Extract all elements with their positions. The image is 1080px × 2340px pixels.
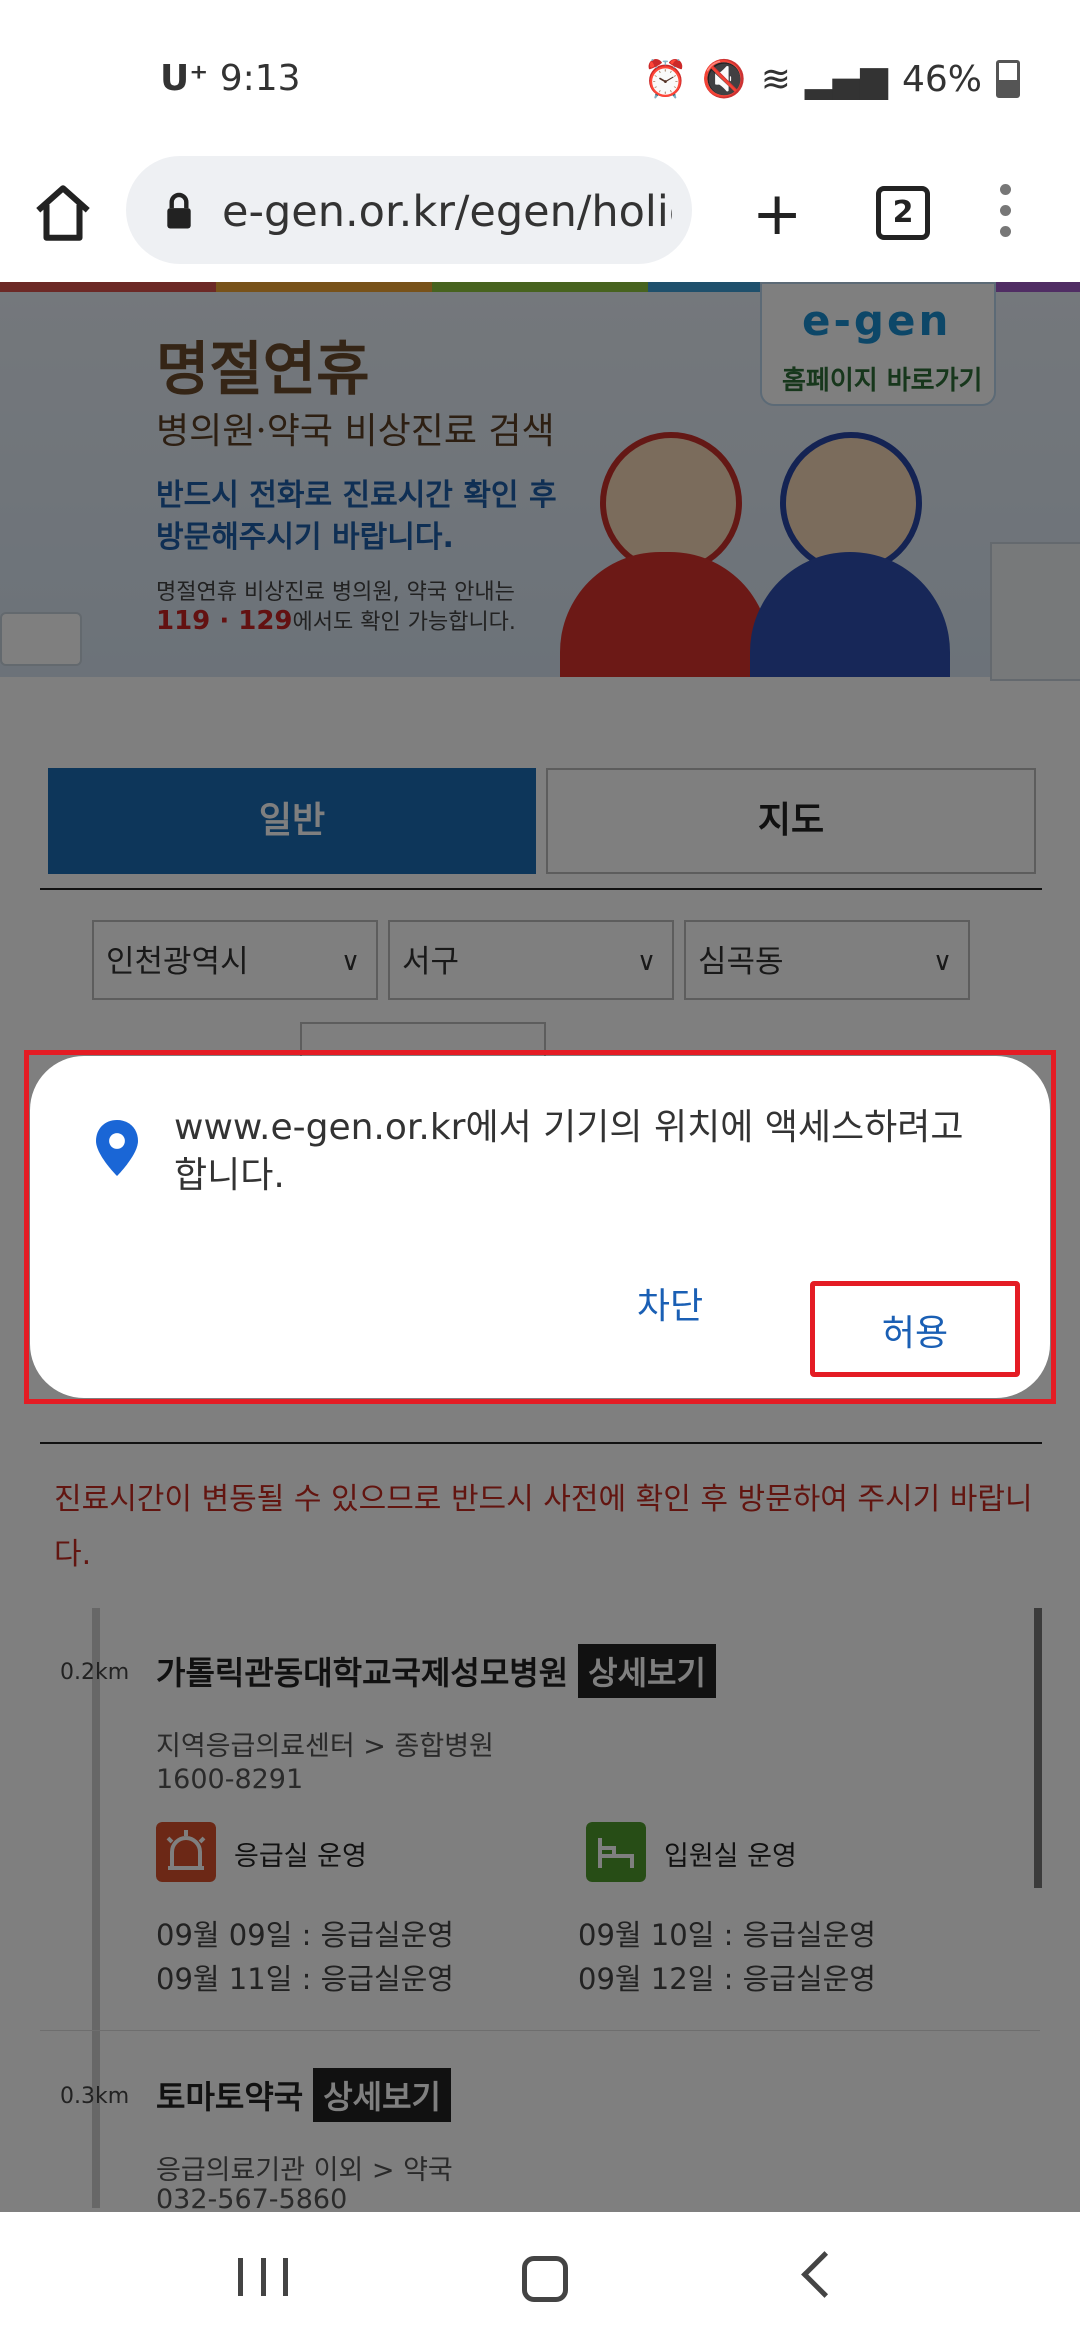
battery-icon [996, 60, 1020, 98]
status-right: ⏰ 🔇 ≋ ▂▄▆ 46% [643, 58, 1020, 100]
carrier-label: U⁺ [160, 58, 209, 99]
more-menu-icon[interactable] [1000, 184, 1012, 247]
home-button-icon[interactable] [522, 2256, 568, 2302]
status-bar: U⁺ 9:13 ⏰ 🔇 ≋ ▂▄▆ 46% [0, 0, 1080, 150]
location-pin-icon [96, 1120, 138, 1176]
new-tab-icon[interactable]: + [752, 184, 802, 244]
clock: 9:13 [219, 58, 301, 99]
back-icon[interactable] [801, 2251, 848, 2298]
wifi-icon: ≋ [760, 58, 791, 100]
mute-icon: 🔇 [701, 59, 747, 100]
home-icon[interactable] [30, 180, 96, 246]
status-left: U⁺ 9:13 [160, 58, 301, 99]
battery-percent: 46% [901, 58, 982, 100]
location-permission-dialog: www.e-gen.or.kr에서 기기의 위치에 액세스하려고 합니다. 차단… [30, 1056, 1050, 1398]
url-text: e-gen.or.kr/egen/holid [222, 187, 672, 237]
allow-button[interactable]: 허용 [810, 1281, 1020, 1377]
lock-icon [167, 192, 191, 229]
alarm-icon: ⏰ [643, 59, 688, 100]
signal-icon: ▂▄▆ [804, 58, 888, 100]
system-navigation-bar [0, 2212, 1080, 2340]
recent-apps-icon[interactable] [238, 2258, 288, 2296]
tab-switcher-button[interactable]: 2 [876, 186, 930, 240]
permission-message: www.e-gen.or.kr에서 기기의 위치에 액세스하려고 합니다. [174, 1107, 964, 1196]
address-bar[interactable]: e-gen.or.kr/egen/holid [126, 156, 692, 264]
block-button[interactable]: 차단 [600, 1268, 740, 1346]
browser-toolbar: e-gen.or.kr/egen/holid + 2 [0, 150, 1080, 282]
